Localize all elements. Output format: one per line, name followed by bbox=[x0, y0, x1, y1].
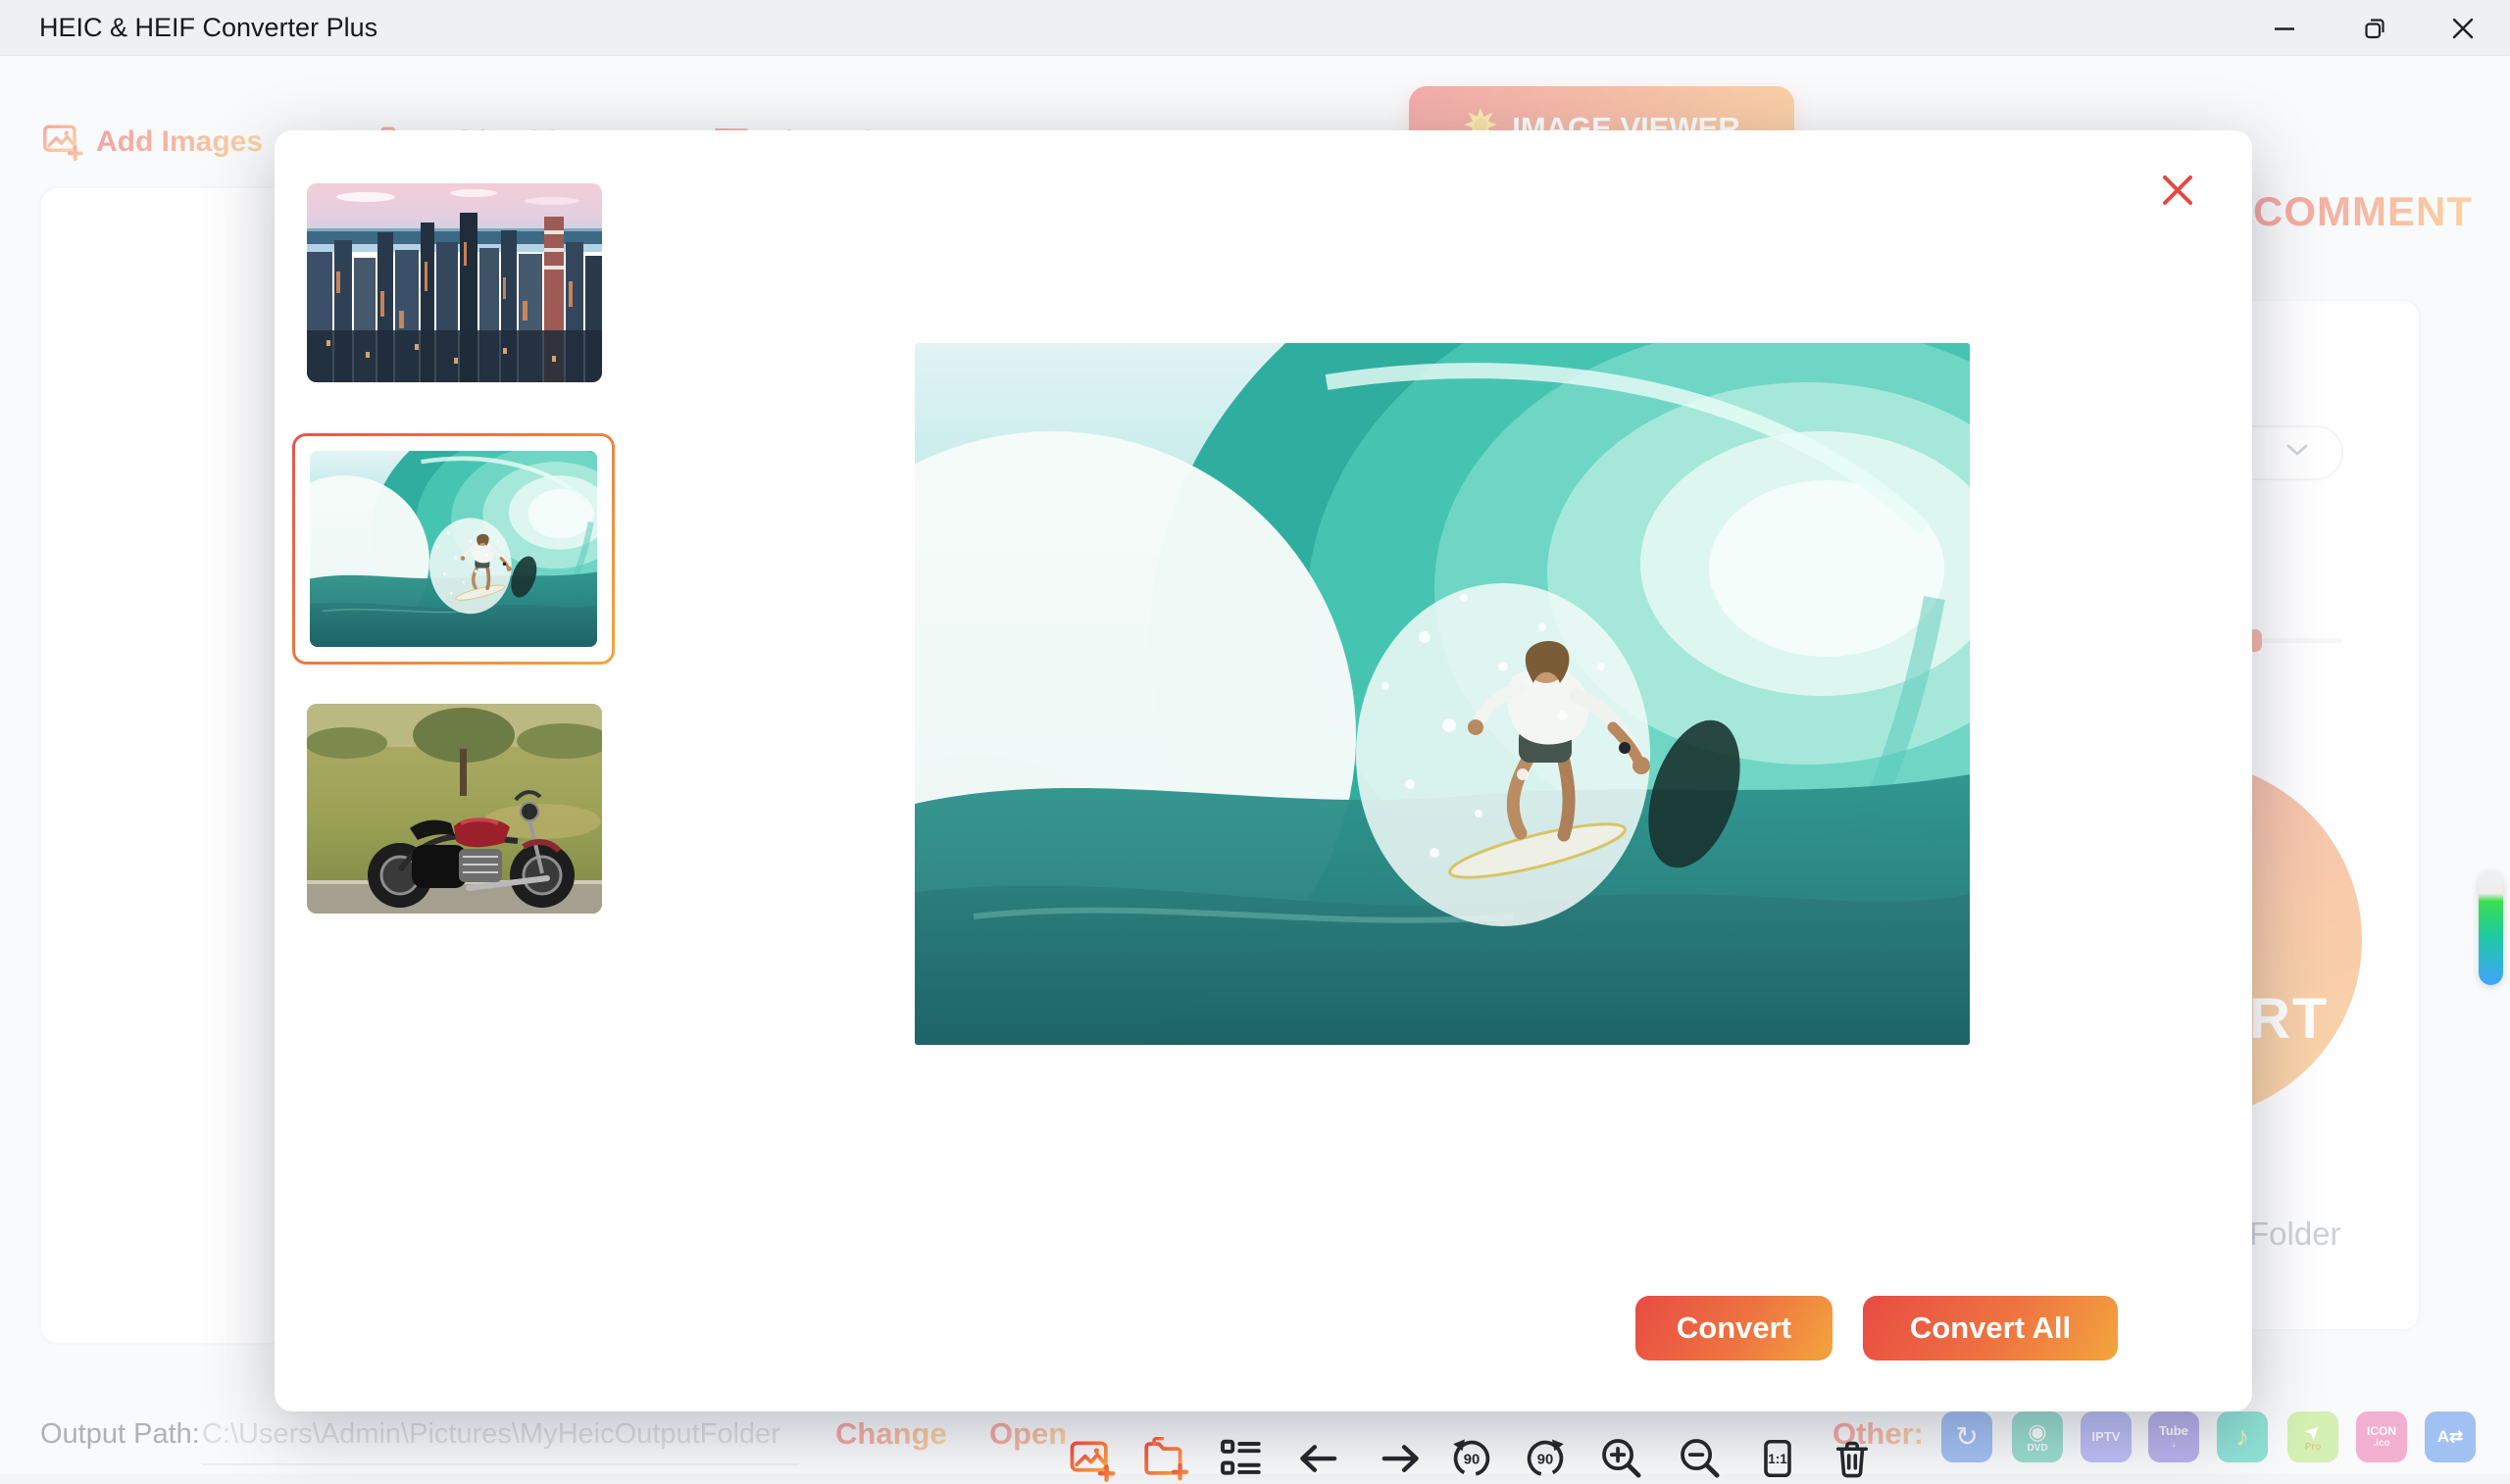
svg-text:90: 90 bbox=[1537, 1453, 1554, 1468]
rotate-left-90-icon: 90 bbox=[1447, 1434, 1496, 1483]
convert-button[interactable]: Convert bbox=[1635, 1296, 1832, 1360]
modal-close-button[interactable] bbox=[2160, 173, 2195, 208]
preview-image-surfer bbox=[915, 343, 1970, 1045]
restore-icon bbox=[2362, 16, 2387, 41]
thumbnail-surfer-wave[interactable] bbox=[310, 451, 597, 647]
city-skyline-image bbox=[307, 183, 602, 382]
toolbar-list-view-button[interactable] bbox=[1216, 1434, 1265, 1483]
arrow-left-icon bbox=[1293, 1434, 1342, 1483]
minimize-button[interactable] bbox=[2253, 0, 2316, 56]
thumbnail-selected-border bbox=[292, 433, 615, 665]
red-motorcycle-image bbox=[307, 704, 602, 914]
close-icon bbox=[2160, 173, 2195, 208]
one-to-one-icon: 1:1 bbox=[1754, 1435, 1801, 1482]
surfer-wave-image bbox=[310, 451, 597, 647]
window-close-button[interactable] bbox=[2432, 0, 2494, 56]
svg-text:1:1: 1:1 bbox=[1768, 1452, 1787, 1466]
window-titlebar: HEIC & HEIF Converter Plus bbox=[0, 0, 2510, 56]
svg-text:90: 90 bbox=[1464, 1453, 1481, 1468]
toolbar-previous-button[interactable] bbox=[1293, 1434, 1342, 1483]
toolbar-add-folder-button[interactable] bbox=[1140, 1434, 1189, 1483]
window-title: HEIC & HEIF Converter Plus bbox=[39, 0, 377, 56]
toolbar-next-button[interactable] bbox=[1377, 1434, 1426, 1483]
add-image-icon bbox=[1067, 1433, 1116, 1484]
image-viewer-modal: 90 90 1:1 bbox=[275, 130, 2252, 1411]
toolbar-zoom-in-button[interactable] bbox=[1597, 1434, 1646, 1483]
toolbar-add-image-button[interactable] bbox=[1067, 1434, 1116, 1483]
list-view-icon bbox=[1217, 1435, 1264, 1482]
toolbar-zoom-out-button[interactable] bbox=[1676, 1434, 1725, 1483]
toolbar-rotate-left-button[interactable]: 90 bbox=[1447, 1434, 1496, 1483]
add-folder-icon bbox=[1140, 1433, 1189, 1484]
toolbar-rotate-right-button[interactable]: 90 bbox=[1521, 1434, 1570, 1483]
thumbnail-red-motorcycle[interactable] bbox=[307, 704, 602, 914]
restore-button[interactable] bbox=[2343, 0, 2406, 56]
rotate-right-90-icon: 90 bbox=[1521, 1434, 1570, 1483]
window-close-icon bbox=[2450, 16, 2476, 41]
surfer-wave-large-image bbox=[915, 343, 1970, 1045]
zoom-out-icon bbox=[1676, 1434, 1725, 1483]
convert-all-label: Convert All bbox=[1910, 1311, 2071, 1346]
zoom-in-icon bbox=[1597, 1434, 1646, 1483]
convert-all-button[interactable]: Convert All bbox=[1863, 1296, 2118, 1360]
edge-scroll-indicator[interactable] bbox=[2479, 870, 2503, 985]
toolbar-delete-button[interactable] bbox=[1828, 1434, 1877, 1483]
convert-label: Convert bbox=[1677, 1311, 1791, 1346]
arrow-right-icon bbox=[1377, 1434, 1426, 1483]
toolbar-actual-size-button[interactable]: 1:1 bbox=[1753, 1434, 1802, 1483]
trash-icon bbox=[1829, 1435, 1876, 1482]
thumbnail-city-skyline[interactable] bbox=[307, 183, 602, 382]
